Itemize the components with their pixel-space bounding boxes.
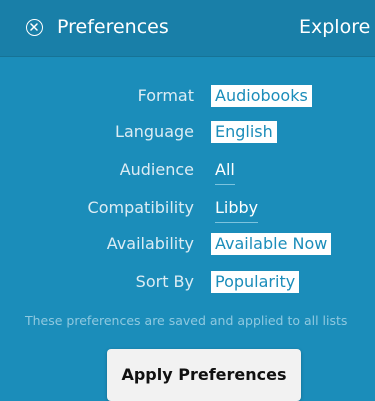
sort-by-value[interactable]: Popularity <box>211 271 300 293</box>
page-title: Preferences <box>57 16 169 38</box>
sort-by-label: Sort By <box>135 272 194 291</box>
audience-value[interactable]: All <box>211 159 239 185</box>
availability-label: Availability <box>106 234 194 253</box>
compatibility-label: Compatibility <box>87 198 194 217</box>
format-label: Format <box>137 86 194 105</box>
compatibility-value[interactable]: Libby <box>211 197 262 223</box>
header-bar: Preferences Explore <box>0 0 375 57</box>
close-icon[interactable] <box>26 19 43 36</box>
availability-value[interactable]: Available Now <box>211 233 332 255</box>
language-label: Language <box>115 122 194 141</box>
explore-link[interactable]: Explore <box>299 14 370 40</box>
audience-label: Audience <box>119 160 194 179</box>
format-value[interactable]: Audiobooks <box>211 85 312 107</box>
preferences-note: These preferences are saved and applied … <box>25 313 348 328</box>
apply-preferences-button[interactable]: Apply Preferences <box>107 349 301 401</box>
language-value[interactable]: English <box>211 121 277 143</box>
